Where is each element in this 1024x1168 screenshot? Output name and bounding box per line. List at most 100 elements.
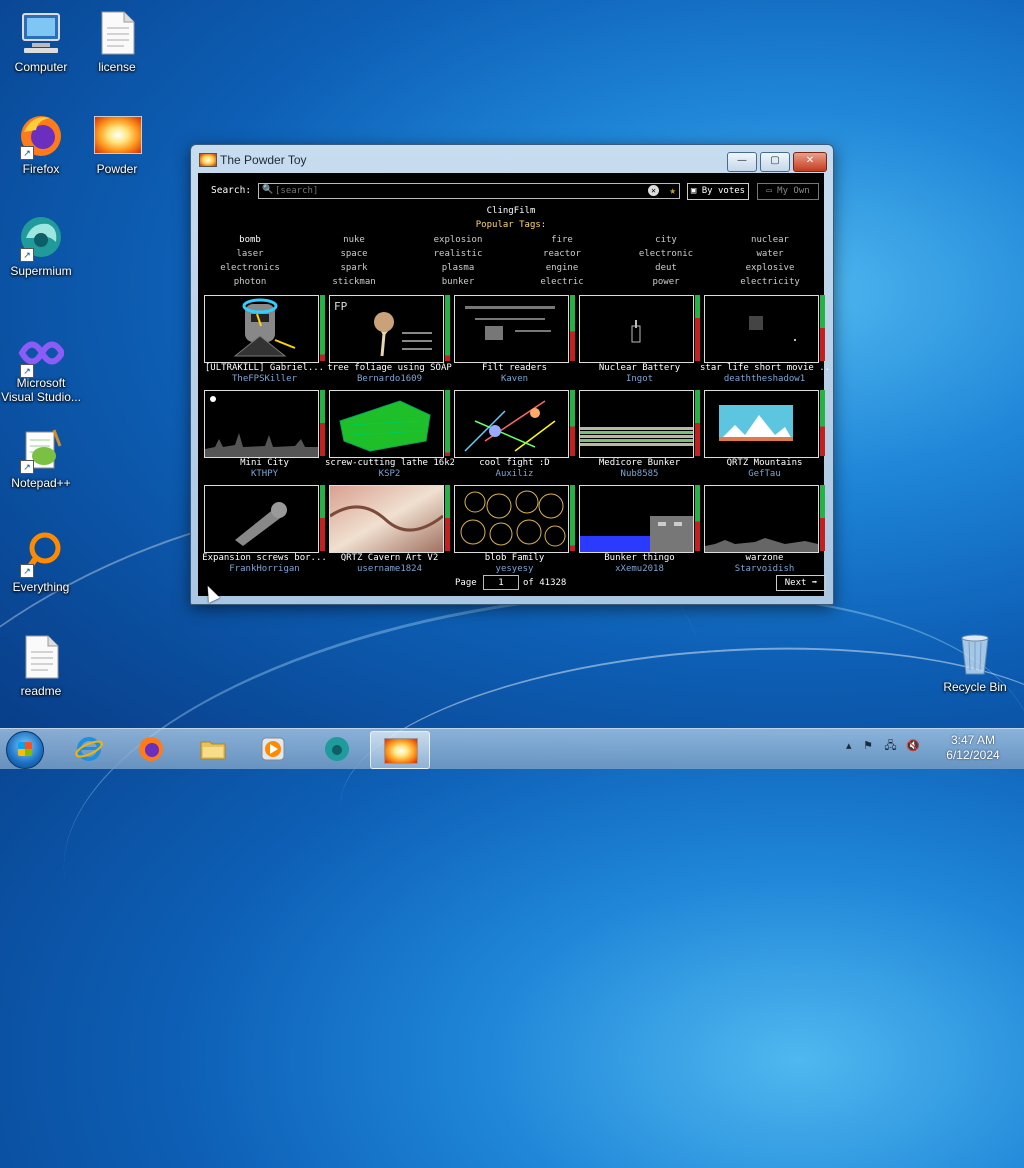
taskbar-firefox[interactable] (126, 731, 176, 767)
tag-electronics[interactable]: electronics (198, 262, 302, 274)
tag-spark[interactable]: spark (302, 262, 406, 274)
save-card[interactable]: Bunker thingo xXemu2018 (579, 485, 704, 575)
tag-plasma[interactable]: plasma (406, 262, 510, 274)
chevron-up-icon[interactable]: ▴ (846, 739, 852, 752)
save-title[interactable]: Mini City (200, 458, 329, 468)
save-thumbnail[interactable] (454, 295, 569, 363)
desktop-icon-license[interactable]: license (76, 10, 158, 74)
save-title[interactable]: QRTZ Mountains (700, 458, 829, 468)
save-title[interactable]: blob Family (450, 553, 579, 563)
taskbar-media-player[interactable] (248, 731, 298, 767)
save-thumbnail[interactable] (204, 390, 319, 458)
maximize-button[interactable]: ▢ (760, 152, 790, 172)
desktop-icon-firefox[interactable]: ↗ Firefox (0, 112, 82, 176)
tag-electric[interactable]: electric (510, 276, 614, 288)
tag-laser[interactable]: laser (198, 248, 302, 260)
flag-icon[interactable]: ⚑ (863, 739, 873, 752)
taskbar-supermium[interactable] (312, 731, 362, 767)
save-author[interactable]: Kaven (450, 374, 579, 384)
next-page-button[interactable]: Next ➡ (776, 575, 826, 591)
save-author[interactable]: deaththeshadow1 (700, 374, 829, 384)
sort-by-votes-button[interactable]: ▣ By votes (687, 183, 749, 200)
save-title[interactable]: warzone (700, 553, 829, 563)
tag-realistic[interactable]: realistic (406, 248, 510, 260)
save-author[interactable]: KSP2 (325, 469, 454, 479)
desktop-icon-powder[interactable]: Powder (76, 112, 158, 176)
save-author[interactable]: Bernardo1609 (325, 374, 454, 384)
save-title[interactable]: tree foliage using SOAP (325, 363, 454, 373)
tag-nuke[interactable]: nuke (302, 234, 406, 246)
save-title[interactable]: Bunker thingo (575, 553, 704, 563)
save-thumbnail[interactable] (579, 390, 694, 458)
clock[interactable]: 3:47 AM 6/12/2024 (930, 733, 1016, 763)
save-thumbnail[interactable] (579, 295, 694, 363)
save-author[interactable]: KTHPY (200, 469, 329, 479)
my-own-button[interactable]: ▭ My Own (757, 183, 819, 200)
desktop-icon-recycle-bin[interactable]: Recycle Bin (934, 630, 1016, 694)
tag-deut[interactable]: deut (614, 262, 718, 274)
tag-space[interactable]: space (302, 248, 406, 260)
save-title[interactable]: screw-cutting lathe 16k20 (325, 458, 454, 468)
tag-electronic[interactable]: electronic (614, 248, 718, 260)
taskbar-file-explorer[interactable] (188, 731, 238, 767)
tag-fire[interactable]: fire (510, 234, 614, 246)
volume-muted-icon[interactable]: 🔇 (906, 739, 920, 752)
start-button[interactable] (6, 731, 44, 769)
tag-explosion[interactable]: explosion (406, 234, 510, 246)
save-thumbnail[interactable] (329, 390, 444, 458)
save-author[interactable]: username1824 (325, 564, 454, 574)
save-title[interactable]: QRTZ Cavern Art V2 (325, 553, 454, 563)
desktop-icon-computer[interactable]: Computer (0, 10, 82, 74)
desktop-icon-everything[interactable]: ↗ Everything (0, 530, 82, 594)
save-thumbnail[interactable] (454, 485, 569, 553)
tag-stickman[interactable]: stickman (302, 276, 406, 288)
save-thumbnail[interactable] (454, 390, 569, 458)
save-title[interactable]: Filt readers (450, 363, 579, 373)
save-thumbnail[interactable] (579, 485, 694, 553)
minimize-button[interactable]: — (727, 152, 757, 172)
save-card[interactable]: Mini City KTHPY (204, 390, 329, 480)
save-card[interactable]: [ULTRAKILL] Gabriel... TheFPSKiller (204, 295, 329, 385)
save-card[interactable]: screw-cutting lathe 16k20 KSP2 (325, 390, 454, 480)
save-thumbnail[interactable] (704, 390, 819, 458)
desktop-icon-readme[interactable]: readme (0, 634, 82, 698)
save-card[interactable]: FP tree foliage using SOAP Bernardo1609 (327, 295, 454, 385)
save-author[interactable]: xXemu2018 (575, 564, 704, 574)
network-icon[interactable]: 🖧 (884, 739, 896, 752)
save-thumbnail[interactable] (204, 485, 319, 553)
save-thumbnail[interactable] (704, 485, 819, 553)
tag-nuclear[interactable]: nuclear (718, 234, 822, 246)
save-title[interactable]: star life short movie ... (700, 363, 829, 373)
save-thumbnail[interactable] (204, 295, 319, 363)
save-card[interactable]: Nuclear Battery Ingot (579, 295, 704, 385)
save-author[interactable]: Nub8585 (575, 469, 704, 479)
favorite-star-icon[interactable]: ★ (669, 184, 676, 197)
save-thumbnail[interactable]: FP (329, 295, 444, 363)
save-card[interactable]: blob Family yesyesy (454, 485, 579, 575)
tag-water[interactable]: water (718, 248, 822, 260)
close-button[interactable]: ✕ (793, 152, 827, 172)
save-author[interactable]: GefTau (700, 469, 829, 479)
window-titlebar[interactable]: The Powder Toy — ▢ ✕ (191, 145, 833, 173)
tag-explosive[interactable]: explosive (718, 262, 822, 274)
tag-power[interactable]: power (614, 276, 718, 288)
save-title[interactable]: Expansion screws bor... (200, 553, 329, 563)
save-card[interactable]: star life short movie ... deaththeshadow1 (700, 295, 829, 385)
save-author[interactable]: FrankHorrigan (200, 564, 329, 574)
save-author[interactable]: yesyesy (450, 564, 579, 574)
save-title[interactable]: Nuclear Battery (575, 363, 704, 373)
save-card[interactable]: QRTZ Mountains GefTau (704, 390, 829, 480)
save-card[interactable]: cool fight :D Auxiliz (454, 390, 579, 480)
desktop-icon-notepadpp[interactable]: ↗ Notepad++ (0, 426, 82, 490)
save-thumbnail[interactable] (329, 485, 444, 553)
search-input[interactable] (275, 184, 645, 198)
save-title[interactable]: Medicore Bunker (575, 458, 704, 468)
save-thumbnail[interactable] (704, 295, 819, 363)
tag-bunker[interactable]: bunker (406, 276, 510, 288)
save-author[interactable]: Ingot (575, 374, 704, 384)
save-title[interactable]: cool fight :D (450, 458, 579, 468)
tag-engine[interactable]: engine (510, 262, 614, 274)
save-title[interactable]: [ULTRAKILL] Gabriel... (200, 363, 329, 373)
save-card[interactable]: Filt readers Kaven (454, 295, 579, 385)
tag-reactor[interactable]: reactor (510, 248, 614, 260)
